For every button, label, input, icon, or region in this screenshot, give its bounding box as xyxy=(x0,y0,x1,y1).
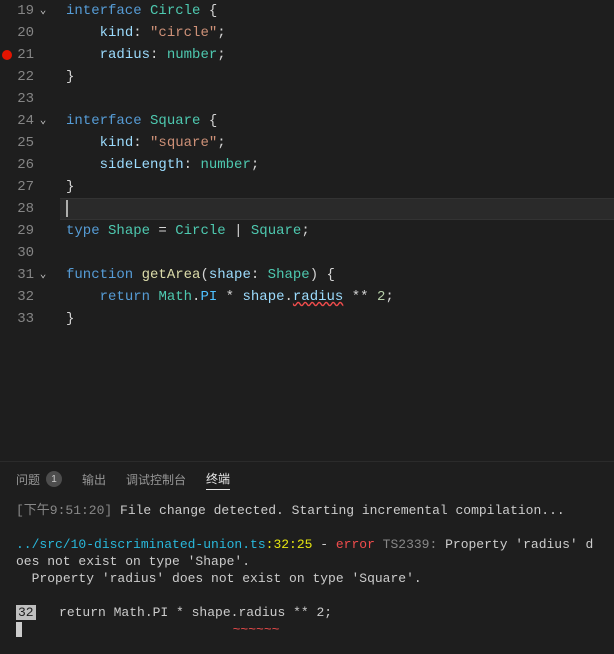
fold-icon[interactable]: ⌄ xyxy=(36,264,50,286)
code-line[interactable]: function getArea(shape: Shape) { xyxy=(66,264,614,286)
code-line[interactable]: kind: "square"; xyxy=(66,132,614,154)
gutter-line[interactable]: 32 xyxy=(0,286,50,308)
text-cursor xyxy=(66,200,68,217)
code-line[interactable]: kind: "circle"; xyxy=(66,22,614,44)
code-line[interactable]: radius: number; xyxy=(66,44,614,66)
gutter-line[interactable]: 27 xyxy=(0,176,50,198)
tab-debug-console[interactable]: 调试控制台 xyxy=(126,469,186,490)
tab-output[interactable]: 输出 xyxy=(82,469,106,490)
breakpoint-icon[interactable] xyxy=(2,50,12,60)
gutter-line[interactable]: 31⌄ xyxy=(0,264,50,286)
gutter: 19⌄ 20 21 22 23 24⌄ 25 26 27 28 29 30 31… xyxy=(0,0,60,461)
gutter-line[interactable]: 20 xyxy=(0,22,50,44)
problems-count-badge: 1 xyxy=(46,471,62,487)
bottom-panel: 问题 1 输出 调试控制台 终端 [下午9:51:20] File change… xyxy=(0,461,614,654)
gutter-line[interactable]: 21 xyxy=(0,44,50,66)
code-line[interactable]: interface Circle { xyxy=(66,0,614,22)
panel-tabs: 问题 1 输出 调试控制台 终端 xyxy=(0,462,614,496)
gutter-line[interactable]: 30 xyxy=(0,242,50,264)
gutter-line[interactable]: 25 xyxy=(0,132,50,154)
gutter-line[interactable]: 19⌄ xyxy=(0,0,50,22)
fold-icon[interactable]: ⌄ xyxy=(36,110,50,132)
fold-icon[interactable]: ⌄ xyxy=(36,0,50,22)
terminal-output[interactable]: [下午9:51:20] File change detected. Starti… xyxy=(0,496,614,654)
code-line[interactable]: } xyxy=(66,308,614,330)
gutter-line[interactable]: 29 xyxy=(0,220,50,242)
gutter-line[interactable]: 22 xyxy=(0,66,50,88)
code-line[interactable] xyxy=(66,88,614,110)
code-editor[interactable]: 19⌄ 20 21 22 23 24⌄ 25 26 27 28 29 30 31… xyxy=(0,0,614,461)
active-line-highlight xyxy=(60,198,614,220)
tab-problems[interactable]: 问题 1 xyxy=(16,469,62,490)
gutter-line[interactable]: 28 xyxy=(0,198,50,220)
gutter-line[interactable]: 24⌄ xyxy=(0,110,50,132)
code-line[interactable]: interface Square { xyxy=(66,110,614,132)
error-line-number: 32 xyxy=(16,605,36,620)
code-line[interactable]: return Math.PI * shape.radius ** 2; xyxy=(66,286,614,308)
code-line[interactable]: type Shape = Circle | Square; xyxy=(66,220,614,242)
code-line[interactable]: sideLength: number; xyxy=(66,154,614,176)
gutter-line[interactable]: 33 xyxy=(0,308,50,330)
code-line[interactable] xyxy=(66,242,614,264)
code-line[interactable]: } xyxy=(66,66,614,88)
gutter-line[interactable]: 23 xyxy=(0,88,50,110)
gutter-line[interactable]: 26 xyxy=(0,154,50,176)
code-area[interactable]: interface Circle { kind: "circle"; radiu… xyxy=(60,0,614,461)
error-span[interactable]: radius xyxy=(293,289,343,305)
code-line[interactable]: } xyxy=(66,176,614,198)
tab-terminal[interactable]: 终端 xyxy=(206,468,230,490)
